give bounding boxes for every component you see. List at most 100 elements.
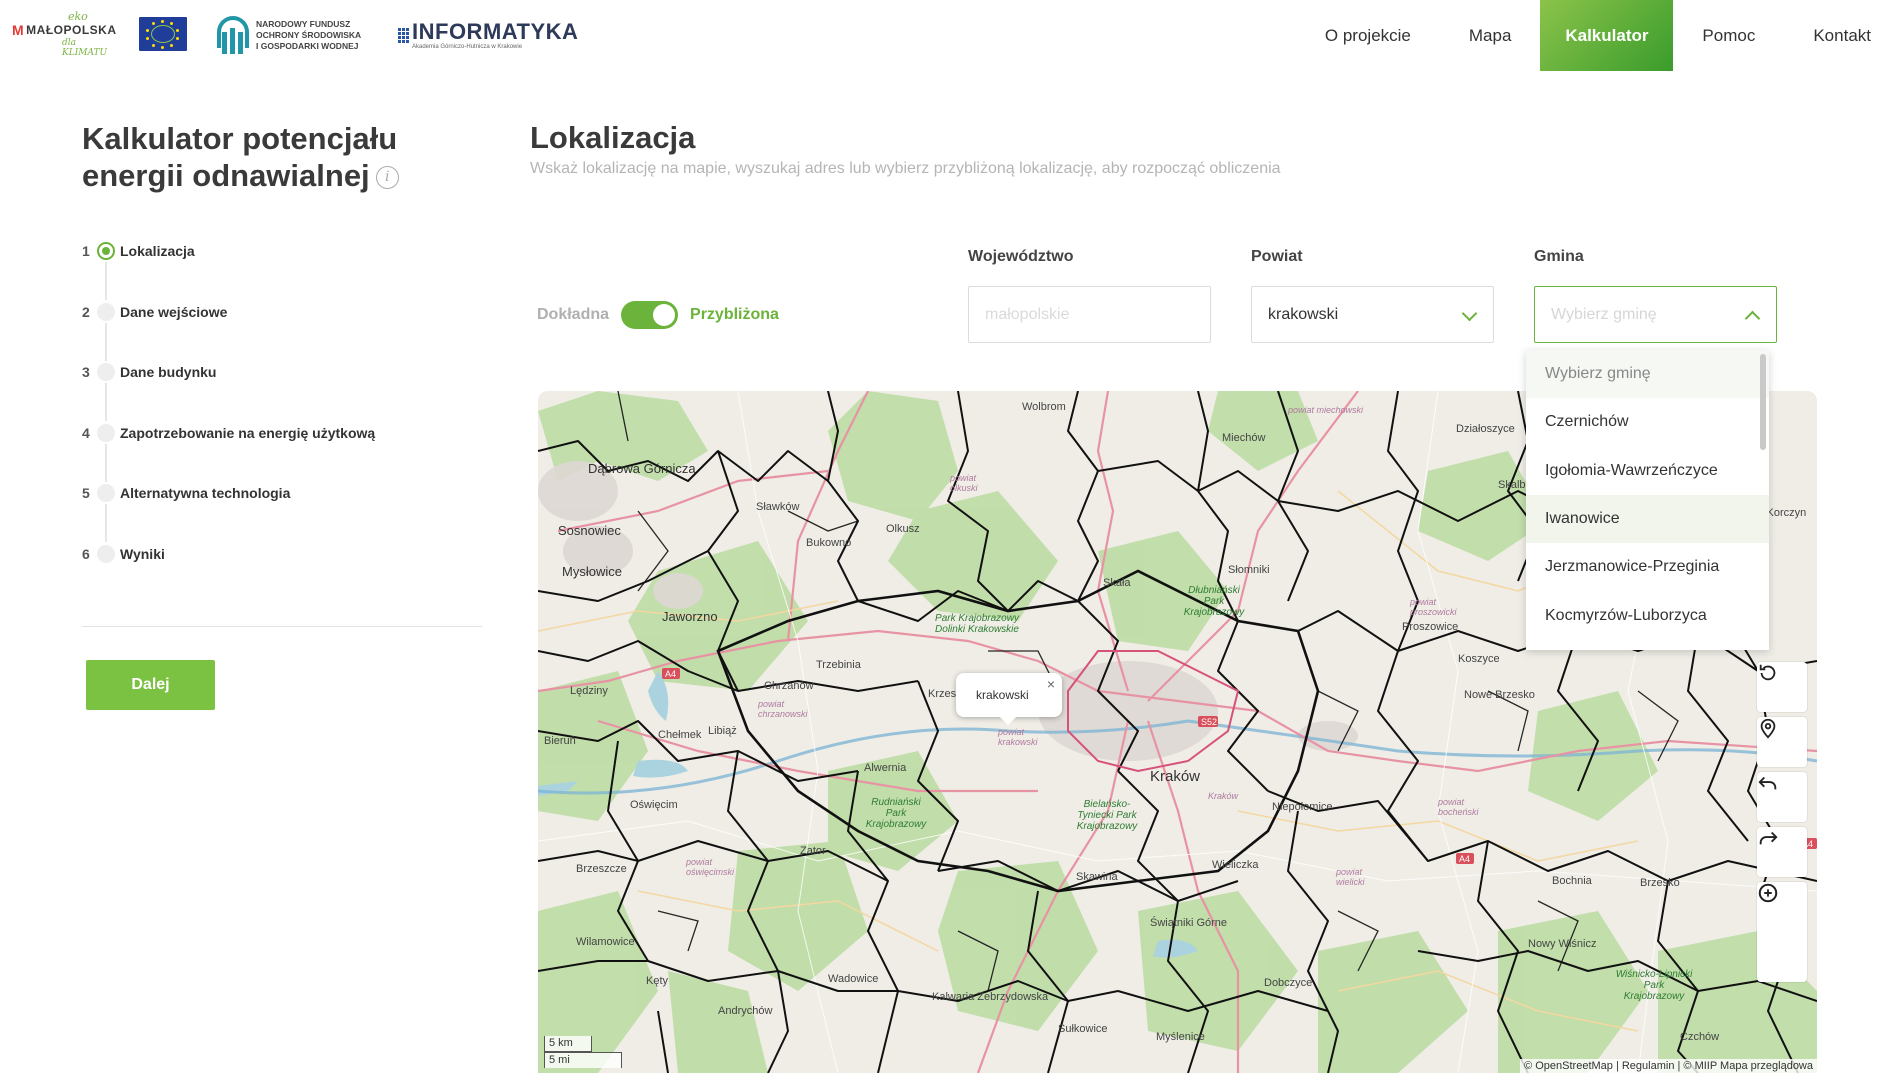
map-park-label: Rudniański Park Krajobrazowy <box>865 797 927 830</box>
map-label: Nowe Brzesko <box>1464 689 1535 701</box>
step-number: 4 <box>82 424 90 441</box>
road-shield-label: A4 <box>665 669 676 679</box>
mode-switch[interactable] <box>621 301 679 329</box>
powiat-value: krakowski <box>1268 305 1339 323</box>
dropdown-option[interactable]: Kocmyrzów-Luborzyca <box>1526 591 1769 639</box>
location-mode-toggle: Dokładna Przybliżona <box>537 300 779 330</box>
map-popup: krakowski × <box>956 673 1062 725</box>
map-label: Trzebinia <box>816 659 861 671</box>
nav-pomoc[interactable]: Pomoc <box>1673 0 1784 71</box>
road-shield-label: A4 <box>1459 854 1470 864</box>
dropdown-option[interactable]: Jerzmanowice-Przeginia <box>1526 543 1769 591</box>
nav-kalkulator[interactable]: Kalkulator <box>1540 0 1674 71</box>
step-dane-budynku[interactable]: 3 Dane budynku <box>82 361 502 422</box>
powiat-select[interactable]: krakowski <box>1251 286 1494 343</box>
dropdown-option[interactable]: Igołomia-Wawrzeńczyce <box>1526 447 1769 495</box>
map-label: Skawina <box>1076 871 1118 883</box>
map-label: Słomniki <box>1228 564 1270 576</box>
zoom-out-button[interactable] <box>1757 883 1807 982</box>
map-label: Mysłowice <box>562 564 622 579</box>
map-label: Kraków <box>1150 768 1201 785</box>
logo-sub-text: dla KLIMATU <box>62 38 108 58</box>
gmina-dropdown: Wybierz gminę Czernichów Igołomia-Wawrze… <box>1526 350 1769 650</box>
map-label: Nowy Wiśnicz <box>1528 938 1597 950</box>
toggle-label-approx[interactable]: Przybliżona <box>690 306 779 324</box>
map-label: Wadowice <box>828 973 879 985</box>
malopolska-logo[interactable]: eko M MAŁOPOLSKA dla KLIMATU <box>12 11 116 58</box>
close-icon[interactable]: × <box>1047 676 1055 692</box>
step-label: Zapotrzebowanie na energię użytkową <box>120 424 376 441</box>
location-pin-icon <box>1760 718 1776 739</box>
step-label: Lokalizacja <box>120 243 195 259</box>
step-dot-icon <box>97 363 115 381</box>
map-park-label: Dłubniański Park Krajobrazowy <box>1183 585 1245 618</box>
map-label: Bochnia <box>1552 875 1592 887</box>
map-label: Sosnowiec <box>558 523 621 538</box>
dropdown-option[interactable]: Wybierz gminę <box>1526 350 1769 399</box>
map-label: Bieruń <box>544 735 576 747</box>
map-label: Proszowice <box>1402 621 1459 633</box>
step-number: 2 <box>82 303 90 320</box>
map-label: Skała <box>1103 577 1131 589</box>
dropdown-option[interactable]: Iwanowice <box>1526 494 1769 544</box>
step-dot-icon <box>97 302 115 321</box>
map-admin-label: powiat miechowski <box>1288 405 1364 415</box>
toggle-label-exact[interactable]: Dokładna <box>537 306 609 324</box>
step-dane-wejsciowe[interactable]: 2 Dane wejściowe <box>82 301 502 362</box>
map-label: Kęty <box>646 975 669 987</box>
rotate-button[interactable] <box>1757 662 1807 712</box>
wojewodztwo-field[interactable]: małopolskie <box>968 286 1211 343</box>
map-label: Libiąż <box>708 725 737 737</box>
map-park-label: Park Krajobrazowy Dolinki Krakowskie <box>935 613 1019 635</box>
map-label: Chełmek <box>658 729 702 741</box>
nfos-line-1: NARODOWY FUNDUSZ <box>256 18 351 29</box>
road-shield-label: S52 <box>1201 717 1217 727</box>
map-label: Niepołomice <box>1272 801 1333 813</box>
step-label: Wyniki <box>120 545 165 562</box>
header: eko M MAŁOPOLSKA dla KLIMATU NARODOWY FUN… <box>0 0 1900 71</box>
redo-icon <box>1759 831 1778 845</box>
map-label: Sławków <box>756 501 800 513</box>
nfos-line-3: I GOSPODARKI WODNEJ <box>256 40 359 51</box>
map-label: Alwernia <box>864 762 907 774</box>
nav-o-projekcie[interactable]: O projekcie <box>1296 0 1440 71</box>
scale-mi: 5 mi <box>544 1052 622 1068</box>
map-attribution[interactable]: © OpenStreetMap | Regulamin | © MIIP Map… <box>1520 1059 1817 1073</box>
nfosigw-logo: NARODOWY FUNDUSZ OCHRONY ŚRODOWISKA I GO… <box>216 12 376 58</box>
nav-kontakt[interactable]: Kontakt <box>1784 0 1900 71</box>
zoom-controls <box>1757 882 1807 982</box>
step-label: Alternatywna technologia <box>120 485 291 501</box>
informatyka-logo: INFORMATYKA Akademia Górniczo-Hutnicza w… <box>398 12 578 58</box>
map-label: Miechów <box>1222 432 1266 444</box>
map-label: Sułkowice <box>1058 1023 1108 1035</box>
rotate-icon <box>1759 664 1776 681</box>
map-label: Dobczyce <box>1264 977 1313 989</box>
calculator-title-text: Kalkulator potencjału energii odnawialne… <box>82 121 398 193</box>
info-icon[interactable]: i <box>375 166 399 190</box>
map-label: Czchów <box>1680 1031 1720 1043</box>
step-zapotrzebowanie[interactable]: 4 Zapotrzebowanie na energię użytkową <box>82 422 502 483</box>
wojewodztwo-label: Województwo <box>968 248 1074 265</box>
map-admin-label: powiat wielicki <box>1336 867 1365 887</box>
step-active-dot-icon <box>97 242 115 260</box>
m-mark-icon: M <box>12 22 25 38</box>
nav-mapa[interactable]: Mapa <box>1440 0 1541 71</box>
inf-title: INFORMATYKA <box>412 19 579 44</box>
location-button[interactable] <box>1757 717 1807 767</box>
step-wyniki[interactable]: 6 Wyniki <box>82 543 502 604</box>
sidebar-divider <box>82 626 482 627</box>
step-alternatywna-technologia[interactable]: 5 Alternatywna technologia <box>82 482 502 543</box>
eu-life-logo <box>139 17 187 51</box>
step-lokalizacja[interactable]: 1 Lokalizacja <box>82 240 502 301</box>
map-admin-label: powiat chrzanowski <box>758 699 808 719</box>
step-number: 6 <box>82 545 90 562</box>
redo-button[interactable] <box>1757 827 1807 877</box>
gmina-select[interactable]: Wybierz gminę <box>1534 286 1777 343</box>
dropdown-option[interactable]: Czernichów <box>1526 398 1769 446</box>
map-admin-label: powiat olkuski <box>950 473 978 493</box>
map-admin-label: powiat oświęcimski <box>686 857 735 877</box>
dropdown-scrollbar[interactable] <box>1760 354 1766 450</box>
next-button[interactable]: Dalej <box>86 660 215 710</box>
map-label: Wilamowice <box>576 936 635 948</box>
undo-button[interactable] <box>1757 772 1807 822</box>
